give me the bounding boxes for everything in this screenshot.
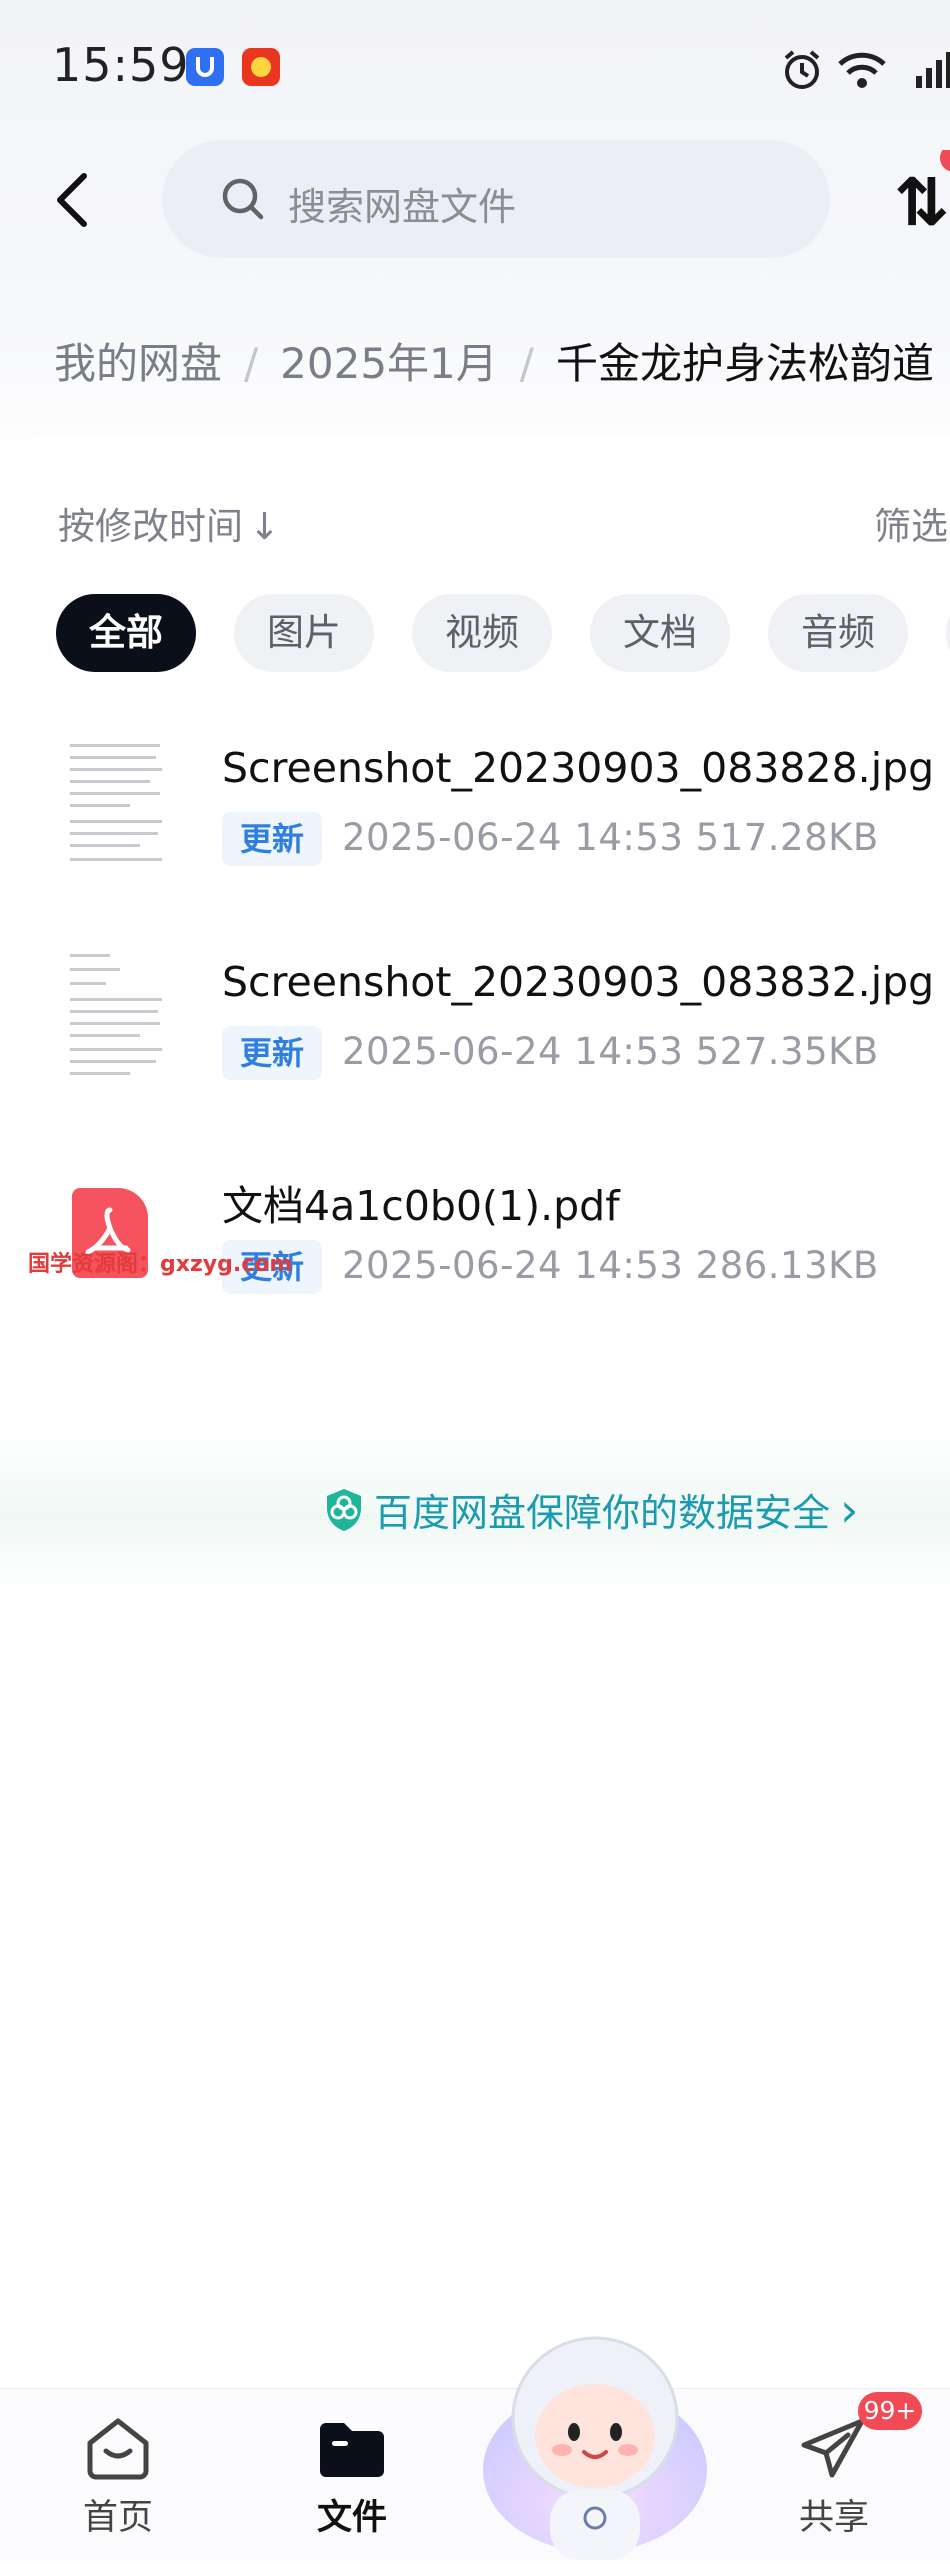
security-text: 百度网盘保障你的数据安全	[374, 1491, 831, 1535]
chip-more[interactable]	[946, 594, 950, 672]
back-button[interactable]	[48, 170, 104, 230]
search-icon	[222, 178, 264, 220]
watermark: 国学资源阁：gxzyg.com	[28, 1252, 293, 1277]
status-bar: 15:59	[0, 0, 950, 140]
mascot-icon	[483, 2336, 707, 2560]
notification-taobao-icon	[242, 48, 280, 86]
transfer-icon: ⇅	[894, 164, 950, 241]
breadcrumb-root[interactable]: 我的网盘	[54, 339, 222, 388]
breadcrumb-separator: /	[244, 339, 259, 388]
sort-arrow-icon: ↓	[249, 505, 281, 548]
search-placeholder: 搜索网盘文件	[288, 185, 517, 229]
file-name: Screenshot_20230903_083828.jpg	[222, 744, 935, 792]
signal-icon	[914, 48, 950, 96]
share-count-badge: 99+	[858, 2392, 922, 2430]
search-input[interactable]: 搜索网盘文件	[162, 140, 830, 258]
security-banner[interactable]: 百度网盘保障你的数据安全 ›	[0, 1430, 950, 1590]
tab-label: 文件	[316, 2498, 387, 2538]
breadcrumb: 我的网盘 / 2025年1月 / 千金龙护身法松韵道	[54, 330, 934, 391]
sort-button[interactable]: 按修改时间 ↓	[58, 496, 280, 550]
alarm-icon	[780, 48, 824, 96]
chip-videos[interactable]: 视频	[412, 594, 552, 672]
tab-label: 首页	[82, 2498, 153, 2538]
chip-audio[interactable]: 音频	[768, 594, 908, 672]
file-meta: 2025-06-24 14:53 527.35KB	[342, 1030, 879, 1073]
filter-button[interactable]: 筛选	[874, 496, 950, 550]
file-meta: 2025-06-24 14:53 517.28KB	[342, 816, 879, 859]
chip-images[interactable]: 图片	[234, 594, 374, 672]
chevron-right-icon: ›	[840, 1482, 859, 1537]
file-meta: 2025-06-24 14:53 286.13KB	[342, 1244, 879, 1287]
assistant-mascot-button[interactable]	[478, 2320, 712, 2560]
chip-documents[interactable]: 文档	[590, 594, 730, 672]
shield-icon	[327, 1488, 361, 1531]
transfer-list-button[interactable]: ⇅	[888, 150, 950, 250]
breadcrumb-current: 千金龙护身法松韵道	[555, 339, 934, 388]
tab-files[interactable]: 文件	[282, 2389, 422, 2561]
list-item[interactable]: Screenshot_20230903_083828.jpg 更新 2025-0…	[0, 720, 950, 910]
list-item[interactable]: 文档4a1c0b0(1).pdf 更新 2025-06-24 14:53 286…	[0, 1148, 950, 1338]
bottom-nav: 首页 文件 共享	[0, 2388, 950, 2561]
wifi-icon	[836, 48, 888, 96]
image-thumbnail	[64, 734, 168, 868]
tab-label: 共享	[798, 2498, 869, 2538]
breadcrumb-folder[interactable]: 2025年1月	[280, 339, 498, 388]
status-time: 15:59	[52, 38, 190, 92]
update-tag: 更新	[222, 812, 322, 866]
image-thumbnail	[64, 948, 168, 1082]
home-icon	[87, 2418, 149, 2480]
chip-all[interactable]: 全部	[56, 594, 196, 672]
file-name: 文档4a1c0b0(1).pdf	[222, 1182, 620, 1230]
folder-icon	[320, 2423, 384, 2477]
sort-label: 按修改时间	[58, 505, 243, 548]
category-chips: 全部 图片 视频 文档 音频	[56, 594, 950, 672]
breadcrumb-separator: /	[519, 339, 534, 388]
share-plane-icon	[801, 2418, 865, 2478]
list-item[interactable]: Screenshot_20230903_083832.jpg 更新 2025-0…	[0, 934, 950, 1124]
file-name: Screenshot_20230903_083832.jpg	[222, 958, 935, 1006]
tab-home[interactable]: 首页	[48, 2389, 188, 2561]
chevron-left-icon	[57, 173, 87, 227]
update-tag: 更新	[222, 1026, 322, 1080]
notification-app-icon	[186, 48, 224, 86]
